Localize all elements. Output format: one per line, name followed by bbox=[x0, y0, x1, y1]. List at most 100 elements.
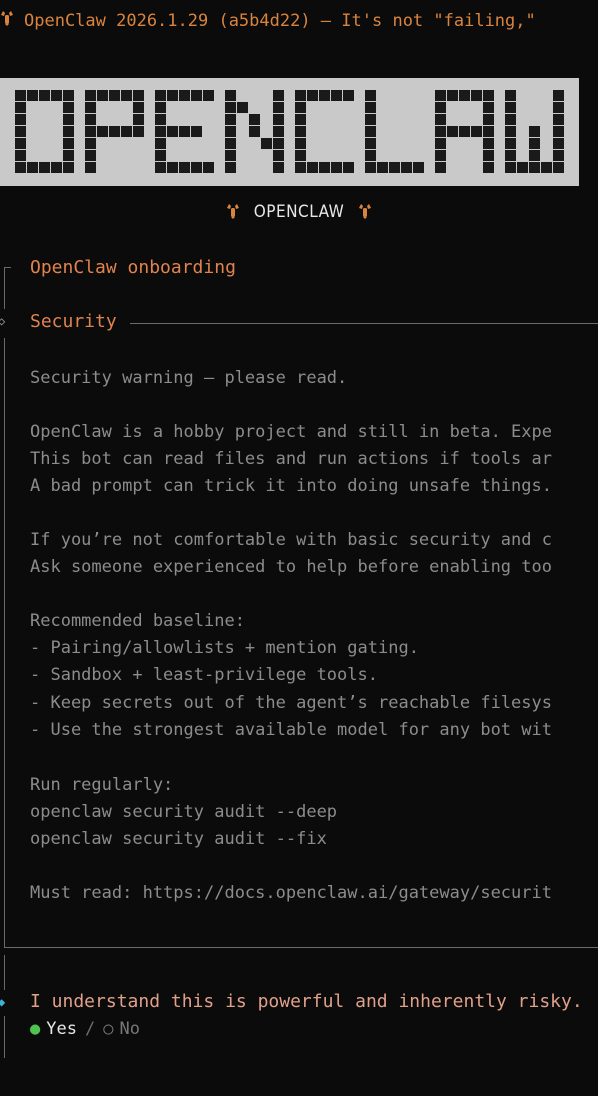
warning-paragraph-1: OpenClaw is a hobby project and still in… bbox=[30, 419, 598, 501]
banner-pixel bbox=[343, 162, 354, 173]
rail-segment bbox=[4, 338, 5, 948]
banner-pixel bbox=[85, 150, 96, 161]
banner-pixel bbox=[319, 90, 330, 101]
banner-pixel bbox=[435, 90, 446, 101]
command-line[interactable]: openclaw security audit --deep bbox=[30, 799, 598, 826]
step-diamond-icon: ◇ bbox=[0, 314, 6, 328]
command-line[interactable]: openclaw security audit --fix bbox=[30, 826, 598, 853]
banner-pixel bbox=[413, 162, 424, 173]
banner-pixel bbox=[471, 90, 482, 101]
banner-pixel bbox=[15, 150, 26, 161]
banner-pixel bbox=[15, 102, 26, 113]
banner-pixel bbox=[15, 162, 26, 173]
banner-pixel bbox=[97, 126, 108, 137]
banner-pixel bbox=[447, 126, 458, 137]
list-item: - Use the strongest available model for … bbox=[30, 719, 552, 740]
banner-pixel bbox=[155, 90, 166, 101]
banner-pixel bbox=[331, 90, 342, 101]
banner-pixel bbox=[85, 162, 96, 173]
banner-pixel bbox=[225, 114, 236, 125]
banner-pixel bbox=[85, 90, 96, 101]
banner-pixel bbox=[459, 90, 470, 101]
banner-pixel bbox=[203, 90, 214, 101]
banner-pixel bbox=[435, 102, 446, 113]
banner-pixel bbox=[85, 126, 96, 137]
banner-pixel bbox=[39, 162, 50, 173]
banner-pixel bbox=[155, 150, 166, 161]
banner-pixel bbox=[447, 90, 458, 101]
banner-pixel bbox=[155, 114, 166, 125]
banner-pixel bbox=[295, 162, 306, 173]
must-read-link[interactable]: Must read: https://docs.openclaw.ai/gate… bbox=[30, 880, 598, 907]
banner-pixel bbox=[167, 90, 178, 101]
banner-pixel bbox=[505, 138, 516, 149]
banner-pixel bbox=[249, 114, 260, 125]
banner-pixel bbox=[261, 138, 272, 149]
banner-pixel bbox=[483, 138, 494, 149]
confirmation-question: I understand this is powerful and inhere… bbox=[30, 991, 583, 1012]
baseline-list: Recommended baseline: - Pairing/allowlist… bbox=[30, 608, 598, 744]
lobster-icon bbox=[226, 202, 245, 222]
banner-pixel bbox=[167, 126, 178, 137]
banner-pixel bbox=[365, 138, 376, 149]
banner-pixel bbox=[179, 126, 190, 137]
banner-pixel bbox=[85, 102, 96, 113]
text-line: If you’re not comfortable with basic sec… bbox=[30, 530, 552, 550]
warning-paragraph-2: If you’re not comfortable with basic sec… bbox=[30, 527, 598, 581]
banner-pixel bbox=[553, 150, 564, 161]
option-no[interactable]: ○ No bbox=[103, 1019, 140, 1039]
run-heading: Run regularly: bbox=[30, 775, 174, 795]
rail-segment bbox=[4, 1016, 5, 1058]
banner-pixel bbox=[273, 162, 284, 173]
option-yes[interactable]: ● Yes bbox=[30, 1019, 77, 1039]
banner-pixel bbox=[553, 102, 564, 113]
banner-pixel bbox=[295, 102, 306, 113]
banner-pixel bbox=[541, 162, 552, 173]
banner-pixel bbox=[435, 162, 446, 173]
banner-pixel bbox=[27, 90, 38, 101]
banner-pixel bbox=[191, 126, 202, 137]
banner-pixel bbox=[63, 114, 74, 125]
banner-pixel bbox=[553, 162, 564, 173]
banner-pixel bbox=[273, 126, 284, 137]
banner-pixel bbox=[133, 102, 144, 113]
banner-pixel bbox=[237, 102, 248, 113]
rail-segment bbox=[4, 267, 5, 309]
text-line: A bad prompt can trick it into doing uns… bbox=[30, 476, 552, 497]
confirm-options: ● Yes / ○ No bbox=[30, 1019, 140, 1039]
banner-pixel bbox=[529, 162, 540, 173]
banner-pixel bbox=[27, 162, 38, 173]
banner-pixel bbox=[225, 138, 236, 149]
banner-pixel bbox=[505, 114, 516, 125]
banner-pixel bbox=[51, 90, 62, 101]
radio-selected-icon: ● bbox=[30, 1019, 41, 1039]
banner-pixel bbox=[155, 162, 166, 173]
banner-pixel bbox=[295, 150, 306, 161]
active-step-diamond-icon: ◆ bbox=[0, 995, 6, 1009]
banner-pixel bbox=[155, 102, 166, 113]
section-divider bbox=[130, 323, 598, 324]
lobster-icon bbox=[358, 202, 372, 222]
banner-pixel bbox=[307, 90, 318, 101]
banner-pixel bbox=[133, 114, 144, 125]
banner-pixel bbox=[249, 126, 260, 137]
banner-pixel bbox=[203, 162, 214, 173]
list-item: - Pairing/allowlists + mention gating. bbox=[30, 638, 419, 659]
banner-pixel bbox=[529, 126, 540, 137]
banner-pixel bbox=[63, 90, 74, 101]
rail-segment bbox=[4, 955, 5, 990]
banner-pixel bbox=[529, 138, 540, 149]
banner-pixel bbox=[225, 150, 236, 161]
banner-pixel bbox=[121, 126, 132, 137]
banner-pixel bbox=[85, 114, 96, 125]
banner-pixel bbox=[435, 138, 446, 149]
banner-pixel bbox=[365, 162, 376, 173]
sub-banner: OPENCLAW bbox=[0, 202, 598, 222]
banner-pixel bbox=[39, 90, 50, 101]
banner-pixel bbox=[191, 90, 202, 101]
banner-pixel bbox=[459, 126, 470, 137]
banner-pixel bbox=[331, 162, 342, 173]
option-separator: / bbox=[84, 1019, 96, 1039]
banner-pixel bbox=[553, 114, 564, 125]
banner-pixel bbox=[553, 126, 564, 137]
